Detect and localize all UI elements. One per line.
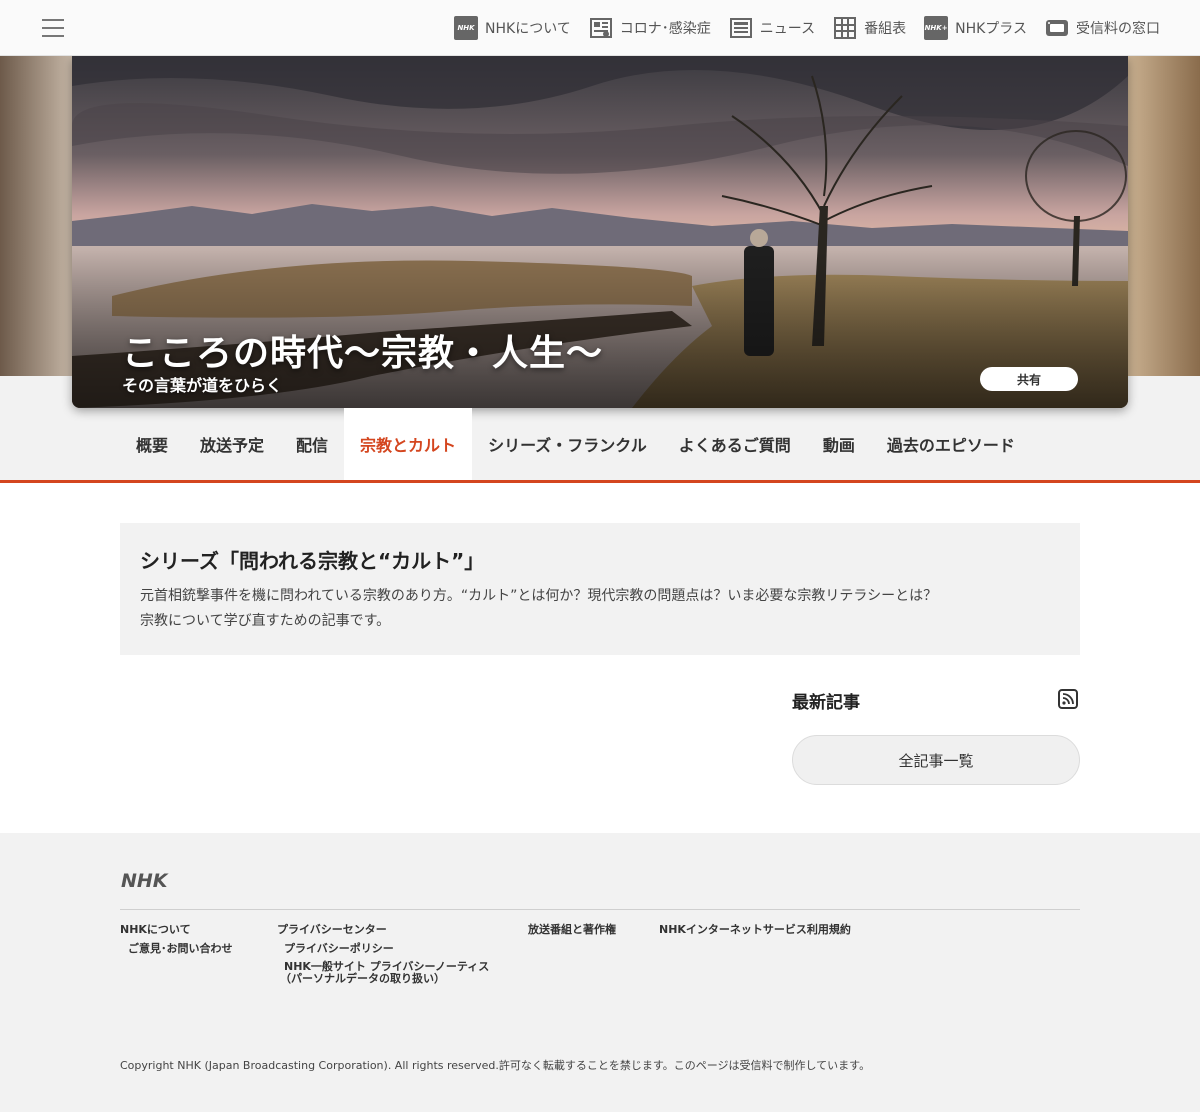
tab-videos[interactable]: 動画: [807, 408, 871, 480]
footer-divider: [120, 909, 1080, 910]
tab-streaming[interactable]: 配信: [280, 408, 344, 480]
tab-overview[interactable]: 概要: [120, 408, 184, 480]
topnav-label: NHKプラス: [955, 21, 1027, 37]
topnav-item-about-nhk[interactable]: NHK NHKについて: [454, 16, 571, 40]
latest-articles-heading: 最新記事: [792, 693, 860, 713]
share-button[interactable]: 共有: [980, 367, 1078, 391]
footer-logo-text: NHK: [121, 870, 169, 891]
topnav-label: NHKについて: [485, 21, 571, 37]
topnav-label: コロナ･感染症: [619, 21, 711, 37]
footer-link-privacy-policy[interactable]: プライバシーポリシー: [284, 942, 394, 955]
series-desc-line: 宗教について学び直すための記事です。: [140, 613, 391, 629]
topnav-item-nhk-plus[interactable]: NHK+ NHKプラス: [924, 16, 1027, 40]
series-description: 元首相銃撃事件を機に問われている宗教のあり方。“カルト”とは何か？現代宗教の問題…: [140, 584, 1060, 634]
tab-series-frankl[interactable]: シリーズ・フランクル: [472, 408, 663, 480]
nhk-plus-icon: NHK+: [924, 16, 949, 40]
footer-nhk-logo[interactable]: NHK: [120, 869, 180, 895]
grid-schedule-icon: [833, 16, 857, 40]
all-articles-button[interactable]: 全記事一覧: [792, 735, 1080, 785]
series-desc-line: 元首相銃撃事件を機に問われている宗教のあり方。“カルト”とは何か？現代宗教の問題…: [140, 588, 938, 604]
rss-feed-icon[interactable]: [1058, 689, 1078, 709]
newspaper-icon: [729, 16, 753, 40]
top-nav: NHK NHKについて コロナ･感染症 ニュース 番組表 NHK+ NHKプラス: [454, 0, 1160, 56]
hamburger-menu-icon[interactable]: [42, 16, 66, 40]
footer-link-opinion[interactable]: ご意見･お問い合わせ: [128, 942, 233, 955]
footer-link-copyright-programs[interactable]: 放送番組と著作権: [528, 923, 616, 936]
tab-past-episodes[interactable]: 過去のエピソード: [871, 408, 1031, 480]
program-title: こころの時代～宗教・人生～: [122, 333, 604, 374]
series-intro-box: シリーズ「問われる宗教と“カルト”」 元首相銃撃事件を機に問われている宗教のあり…: [120, 523, 1080, 655]
tab-religion-and-cult[interactable]: 宗教とカルト: [344, 408, 473, 480]
footer-link-privacy-center[interactable]: プライバシーセンター: [277, 923, 387, 936]
footer-link-terms[interactable]: NHKインターネットサービス利用規約: [659, 923, 851, 936]
topnav-label: ニュース: [759, 21, 816, 37]
topnav-item-reception-fee[interactable]: 受信料の窓口: [1045, 16, 1160, 40]
nhk-logo-icon: NHK: [454, 16, 479, 40]
program-subtitle: その言葉が道をひらく: [122, 376, 283, 395]
tv-reception-icon: [1045, 16, 1069, 40]
topnav-item-schedule[interactable]: 番組表: [833, 16, 906, 40]
tab-underline: [0, 480, 1200, 483]
series-title: シリーズ「問われる宗教と“カルト”」: [140, 549, 485, 573]
hero-banner: こころの時代～宗教・人生～ その言葉が道をひらく 共有: [72, 56, 1128, 408]
footer-link-about[interactable]: NHKについて: [120, 923, 191, 936]
topnav-item-news[interactable]: ニュース: [729, 16, 815, 40]
virus-news-icon: [589, 16, 613, 40]
tab-faq[interactable]: よくあるご質問: [663, 408, 807, 480]
top-bar: NHK NHKについて コロナ･感染症 ニュース 番組表 NHK+ NHKプラス: [0, 0, 1200, 56]
copyright-text: Copyright NHK (Japan Broadcasting Corpor…: [120, 1059, 871, 1072]
footer-link-privacy-notice-sub[interactable]: （パーソナルデータの取り扱い）: [280, 972, 445, 985]
topnav-item-corona[interactable]: コロナ･感染症: [589, 16, 711, 40]
topnav-label: 番組表: [864, 21, 907, 37]
program-tabs: 概要 放送予定 配信 宗教とカルト シリーズ・フランクル よくあるご質問 動画 …: [120, 408, 1031, 480]
topnav-label: 受信料の窓口: [1076, 21, 1160, 37]
site-footer: NHK NHKについて ご意見･お問い合わせ プライバシーセンター プライバシー…: [0, 833, 1200, 1112]
tab-schedule[interactable]: 放送予定: [184, 408, 280, 480]
